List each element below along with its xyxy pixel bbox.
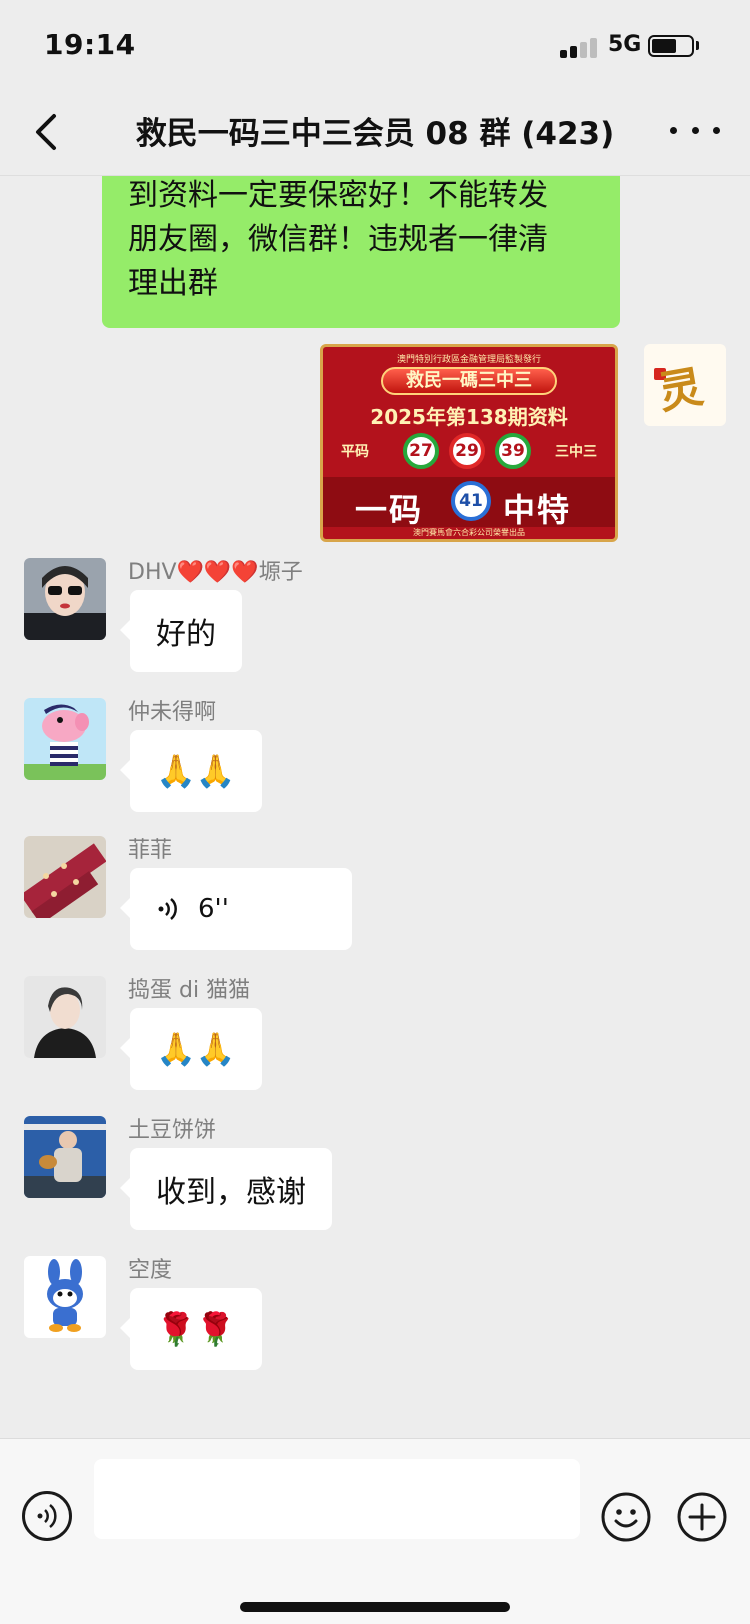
message-bubble[interactable]: 🙏🙏	[120, 1008, 262, 1090]
message-bubble[interactable]: 🌹🌹	[120, 1288, 262, 1370]
my-text-line: 到资料一定要保密好！不能转发	[128, 178, 548, 213]
image-three-label: 三中三	[555, 444, 597, 460]
message-bubble[interactable]: 🙏🙏	[120, 730, 262, 812]
voice-duration: 6''	[198, 894, 229, 924]
nav-bar: 救民一码三中三会员 08 群 (423)	[0, 88, 750, 176]
message-bubble[interactable]: 收到，感谢	[120, 1148, 332, 1230]
more-dot-icon	[670, 126, 677, 134]
number-ball: 27	[403, 433, 439, 469]
number-ball: 39	[495, 433, 531, 469]
avatar[interactable]	[24, 1256, 106, 1338]
avatar[interactable]	[24, 976, 106, 1058]
image-top-text: 澳門特別行政區金融管理局監製發行	[396, 355, 541, 365]
my-text-line: 理出群	[128, 266, 218, 301]
emoji-button[interactable]	[600, 1491, 652, 1543]
avatar-rabbit-cartoon-icon	[24, 1256, 106, 1338]
message-input[interactable]	[94, 1459, 580, 1539]
chat-title: 救民一码三中三会员 08 群 (423)	[135, 116, 615, 152]
avatar[interactable]	[24, 1116, 106, 1198]
my-image-message[interactable]: 澳門特別行政區金融管理局監製發行 救民一碼三中三 2025年第138期资料 平码…	[320, 344, 618, 542]
avatar-woman-portrait-icon	[24, 976, 106, 1058]
image-special-label: 中特	[503, 491, 572, 529]
avatar[interactable]	[24, 698, 106, 780]
image-ribbon: 救民一碼三中三	[381, 367, 557, 395]
battery-icon	[648, 35, 694, 57]
calligraphy-logo-icon: 灵	[654, 361, 707, 420]
voice-message-bubble[interactable]: 6''	[120, 868, 352, 950]
voice-wave-icon	[158, 898, 177, 920]
plus-circle-icon	[677, 1492, 727, 1542]
message-bubble[interactable]: 好的	[120, 590, 242, 672]
status-bar: 19:14 5G	[0, 0, 750, 88]
message-emoji: 🙏🙏	[156, 1030, 236, 1068]
my-text-bubble[interactable]: 到资料一定要保密好！不能转发 朋友圈，微信群！违规者一律清 理出群	[102, 176, 620, 328]
sender-name: 空度	[128, 1258, 173, 1283]
signal-icon	[560, 36, 600, 58]
message-emoji: 🙏🙏	[156, 752, 236, 790]
voice-input-button[interactable]	[22, 1491, 72, 1541]
avatar[interactable]	[24, 836, 106, 918]
avatar-person-outdoor-icon	[24, 1116, 106, 1198]
chat-area[interactable]: 到资料一定要保密好！不能转发 朋友圈，微信群！违规者一律清 理出群 澳門特別行政…	[0, 176, 750, 1438]
more-dot-icon	[713, 126, 720, 134]
sender-name: 菲菲	[128, 838, 173, 863]
battery-tip	[696, 41, 699, 50]
avatar[interactable]	[24, 558, 106, 640]
sender-name: 仲未得啊	[128, 700, 217, 725]
my-text-line: 朋友圈，微信群！违规者一律清	[128, 222, 548, 257]
avatar-woman-sunglasses-icon	[24, 558, 106, 640]
message-emoji: 🌹🌹	[156, 1310, 236, 1348]
home-indicator[interactable]	[240, 1602, 510, 1612]
more-button[interactable]	[670, 108, 720, 152]
message-text: 收到，感谢	[156, 1175, 306, 1210]
sender-name: 土豆饼饼	[128, 1118, 217, 1143]
back-button[interactable]	[28, 110, 68, 154]
message-text: 好的	[156, 617, 216, 652]
chevron-left-icon	[36, 114, 56, 150]
sender-name: 捣蛋 di 猫猫	[128, 978, 251, 1003]
avatar-food-icon	[24, 836, 106, 918]
network-label: 5G	[608, 32, 642, 57]
my-avatar[interactable]: 灵	[644, 344, 726, 426]
number-ball: 29	[449, 433, 485, 469]
sender-name: DHV❤️❤️❤️塬子	[128, 560, 303, 585]
more-dot-icon	[691, 126, 699, 134]
image-one-label: 一码	[355, 491, 424, 529]
status-time: 19:14	[44, 28, 136, 61]
image-flat-label: 平码	[341, 444, 369, 460]
voice-icon	[37, 1504, 57, 1528]
image-period: 2025年第138期资料	[370, 405, 568, 429]
image-footer: 澳門賽馬會六合彩公司榮譽出品	[413, 528, 525, 537]
more-functions-button[interactable]	[676, 1491, 728, 1543]
input-bar	[0, 1438, 750, 1624]
special-ball: 41	[451, 481, 491, 521]
smiley-icon	[601, 1492, 651, 1542]
avatar-pig-cartoon-icon	[24, 698, 106, 780]
